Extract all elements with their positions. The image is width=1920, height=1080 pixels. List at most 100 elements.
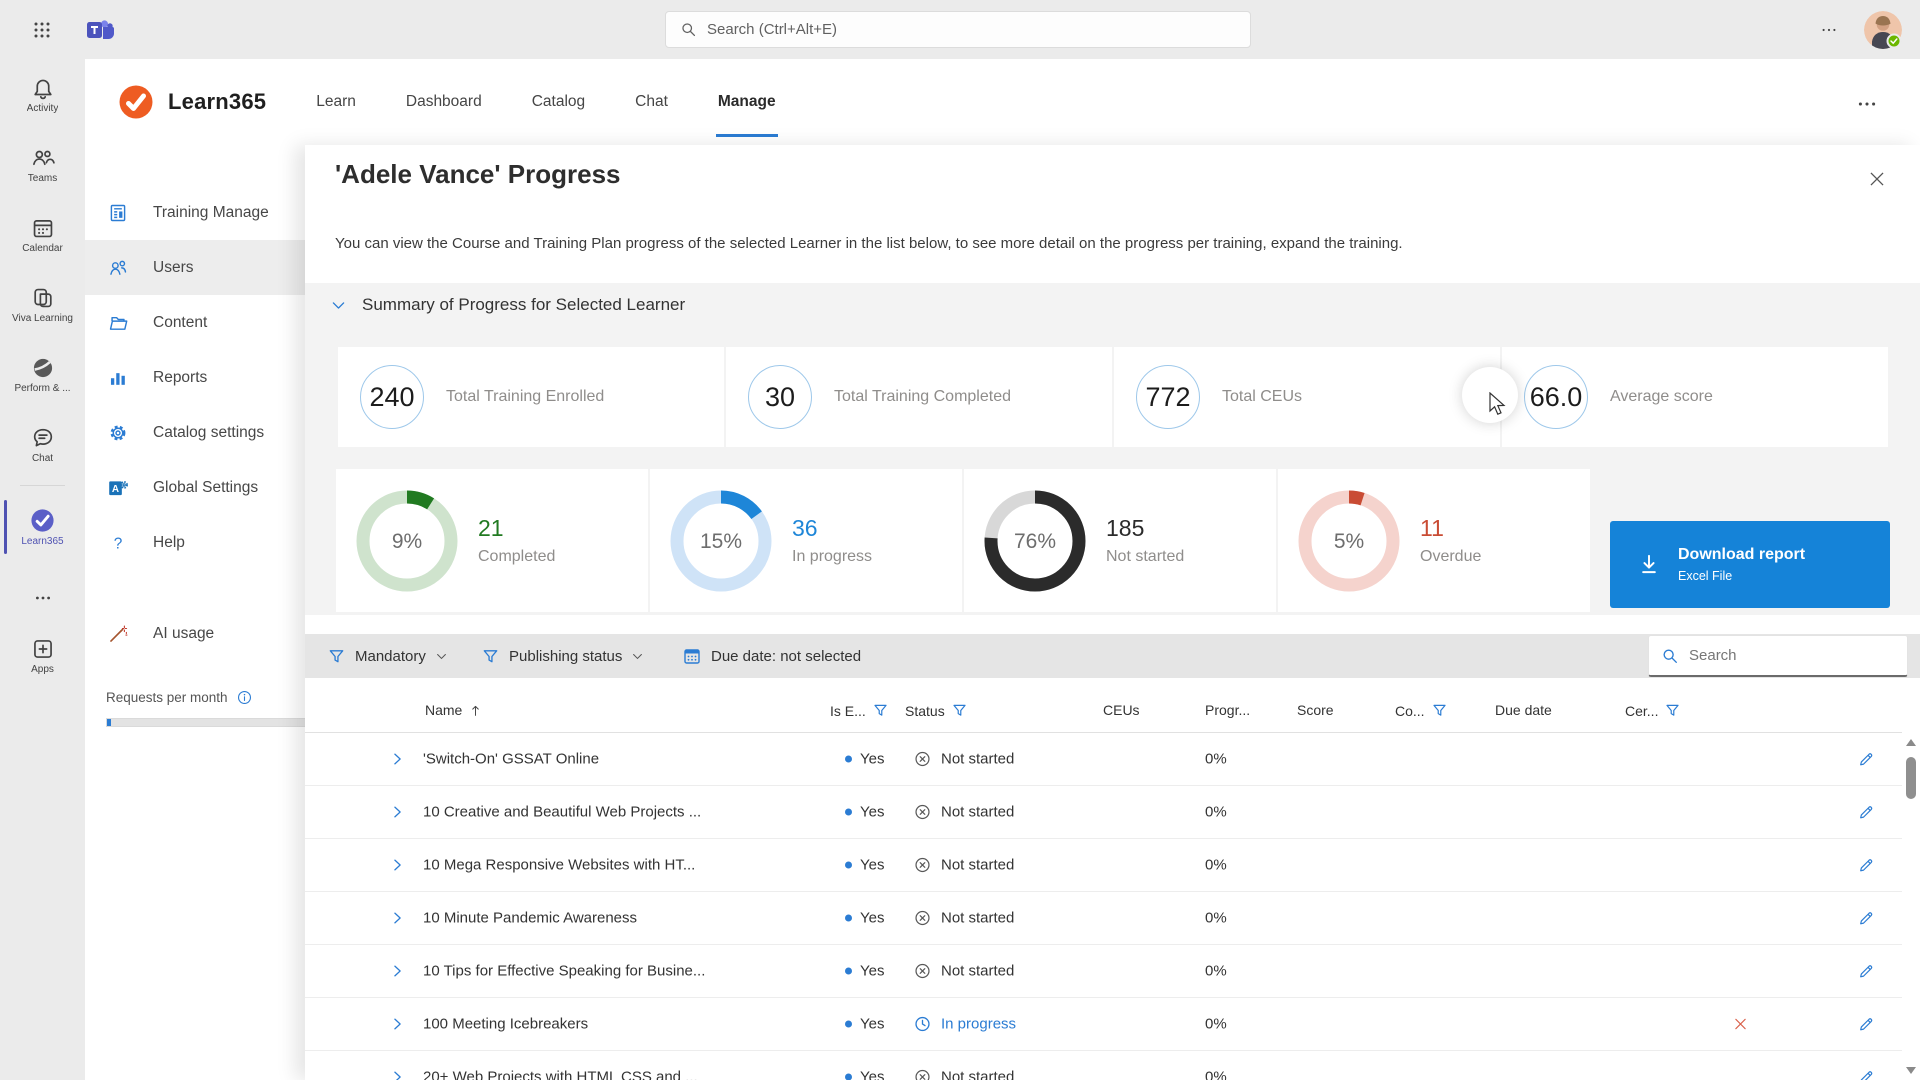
filter-mandatory[interactable]: Mandatory bbox=[327, 634, 448, 678]
is-enrolled-cell: Yes bbox=[845, 963, 884, 980]
column-header-label: CEUs bbox=[1103, 702, 1140, 718]
rail-more-icon[interactable] bbox=[0, 576, 85, 620]
teams-more-options-icon[interactable] bbox=[1820, 21, 1838, 39]
sidebar-item-catalog-settings[interactable]: Catalog settings bbox=[85, 405, 305, 460]
reports-icon bbox=[107, 367, 129, 389]
edit-pencil-icon[interactable] bbox=[1857, 750, 1876, 769]
rail-item-activity[interactable]: Activity bbox=[0, 59, 85, 129]
summary-section: Summary of Progress for Selected Learner… bbox=[305, 283, 1920, 615]
rail-item-viva-learning[interactable]: Viva Learning bbox=[0, 269, 85, 339]
teams-search-input[interactable] bbox=[665, 11, 1251, 48]
edit-pencil-icon[interactable] bbox=[1857, 803, 1876, 822]
column-header-is-e[interactable]: Is E... bbox=[830, 702, 889, 719]
table-row[interactable]: 'Switch-On' GSSAT Online Yes Not started 0% bbox=[305, 733, 1902, 786]
table-row[interactable]: 10 Creative and Beautiful Web Projects .… bbox=[305, 786, 1902, 839]
sidebar-item-label: AI usage bbox=[153, 624, 215, 642]
filter-publishing-status[interactable]: Publishing status bbox=[481, 634, 644, 678]
sidebar-item-global-settings[interactable]: A Global Settings bbox=[85, 460, 305, 515]
table-row[interactable]: 10 Mega Responsive Websites with HT... Ye… bbox=[305, 839, 1902, 892]
info-icon[interactable] bbox=[236, 689, 253, 706]
rail-item-perform[interactable]: Perform & ... bbox=[0, 339, 85, 409]
edit-pencil-icon[interactable] bbox=[1857, 856, 1876, 875]
filter-funnel-icon[interactable] bbox=[872, 702, 889, 719]
table-search-input[interactable] bbox=[1648, 635, 1908, 677]
expand-chevron-icon[interactable] bbox=[390, 911, 405, 926]
sidebar-item-reports[interactable]: Reports bbox=[85, 350, 305, 405]
download-report-button[interactable]: Download report Excel File bbox=[1610, 521, 1890, 608]
filter-funnel-icon[interactable] bbox=[1431, 702, 1448, 719]
nav-item-learn[interactable]: Learn bbox=[314, 85, 358, 119]
learn365-header: Learn365 Learn Dashboard Catalog Chat Manage bbox=[85, 59, 1920, 145]
sidebar-item-training-manage[interactable]: Training Manage bbox=[85, 185, 305, 240]
scroll-up-icon[interactable] bbox=[1906, 739, 1916, 746]
rail-item-teams[interactable]: Teams bbox=[0, 129, 85, 199]
table-row[interactable]: 10 Minute Pandemic Awareness Yes Not start… bbox=[305, 892, 1902, 945]
column-header-score[interactable]: Score bbox=[1297, 702, 1334, 718]
edit-pencil-icon[interactable] bbox=[1857, 909, 1876, 928]
cancel-enrollment-icon[interactable] bbox=[1732, 1016, 1749, 1033]
edit-pencil-icon[interactable] bbox=[1857, 1015, 1876, 1034]
expand-chevron-icon[interactable] bbox=[390, 805, 405, 820]
nav-item-dashboard[interactable]: Dashboard bbox=[404, 85, 484, 119]
learn365-icon bbox=[29, 507, 56, 534]
expand-chevron-icon[interactable] bbox=[390, 1070, 405, 1080]
status-cell: Not started bbox=[913, 856, 1014, 875]
is-enrolled-cell: Yes bbox=[845, 910, 884, 927]
funnel-icon bbox=[327, 647, 346, 666]
hover-highlight bbox=[1462, 367, 1518, 423]
sidebar-item-help[interactable]: ? Help bbox=[85, 515, 305, 570]
expand-chevron-icon[interactable] bbox=[390, 964, 405, 979]
table-scrollbar[interactable] bbox=[1904, 735, 1919, 1076]
column-header-name[interactable]: Name bbox=[425, 702, 483, 718]
course-name: 20+ Web Projects with HTML CSS and ... bbox=[423, 1068, 698, 1080]
column-header-status[interactable]: Status bbox=[905, 702, 968, 719]
header-more-options-icon[interactable] bbox=[1856, 93, 1878, 115]
expand-chevron-icon[interactable] bbox=[390, 858, 405, 873]
stat-label: Total Training Enrolled bbox=[446, 388, 605, 405]
is-enrolled-value: Yes bbox=[860, 1068, 885, 1080]
is-enrolled-value: Yes bbox=[860, 909, 885, 927]
rail-item-label: Apps bbox=[31, 663, 54, 675]
teams-search-field[interactable] bbox=[707, 21, 1207, 38]
waffle-menu-icon[interactable] bbox=[20, 8, 64, 52]
summary-collapse-header[interactable]: Summary of Progress for Selected Learner bbox=[330, 295, 685, 315]
table-search-field[interactable] bbox=[1689, 647, 1889, 664]
nav-item-manage[interactable]: Manage bbox=[715, 85, 778, 137]
column-header-cer[interactable]: Cer... bbox=[1625, 702, 1681, 719]
scrollbar-thumb[interactable] bbox=[1906, 757, 1916, 799]
brand-name: Learn365 bbox=[168, 89, 267, 114]
enrolled-dot-icon bbox=[845, 1073, 852, 1080]
filter-due-date[interactable]: Due date: not selected bbox=[682, 634, 861, 678]
column-header-co[interactable]: Co... bbox=[1395, 702, 1448, 719]
nav-item-chat[interactable]: Chat bbox=[633, 85, 670, 119]
sidebar-item-users[interactable]: Users bbox=[85, 240, 305, 295]
nav-item-catalog[interactable]: Catalog bbox=[530, 85, 587, 119]
sidebar-item-ai-usage[interactable]: AI usage bbox=[85, 606, 305, 661]
filter-funnel-icon[interactable] bbox=[1664, 702, 1681, 719]
edit-pencil-icon[interactable] bbox=[1857, 1068, 1876, 1080]
status-value: Not started bbox=[941, 909, 1015, 927]
table-row[interactable]: 100 Meeting Icebreakers Yes In progress 0% bbox=[305, 998, 1902, 1051]
status-value: Not started bbox=[941, 962, 1015, 980]
stat-label: Average score bbox=[1610, 388, 1713, 405]
filter-funnel-icon[interactable] bbox=[951, 702, 968, 719]
column-header-due-date[interactable]: Due date bbox=[1495, 702, 1552, 718]
teams-logo-icon[interactable] bbox=[86, 17, 114, 43]
expand-chevron-icon[interactable] bbox=[390, 752, 405, 767]
users-icon bbox=[107, 257, 129, 279]
column-header-ceus[interactable]: CEUs bbox=[1103, 702, 1140, 718]
scroll-down-icon[interactable] bbox=[1906, 1067, 1916, 1074]
rail-item-learn365[interactable]: Learn365 bbox=[0, 492, 85, 562]
column-header-progr[interactable]: Progr... bbox=[1205, 702, 1250, 718]
rail-item-apps[interactable]: Apps bbox=[0, 620, 85, 690]
learner-progress-panel: 'Adele Vance' Progress You can view the … bbox=[305, 145, 1920, 1080]
close-icon[interactable] bbox=[1866, 167, 1890, 191]
user-avatar[interactable] bbox=[1864, 10, 1902, 49]
sidebar-item-content[interactable]: Content bbox=[85, 295, 305, 350]
table-row[interactable]: 10 Tips for Effective Speaking for Busin… bbox=[305, 945, 1902, 998]
rail-item-chat[interactable]: Chat bbox=[0, 409, 85, 479]
edit-pencil-icon[interactable] bbox=[1857, 962, 1876, 981]
expand-chevron-icon[interactable] bbox=[390, 1017, 405, 1032]
table-row[interactable]: 20+ Web Projects with HTML CSS and ... Ye… bbox=[305, 1051, 1902, 1080]
rail-item-calendar[interactable]: Calendar bbox=[0, 199, 85, 269]
